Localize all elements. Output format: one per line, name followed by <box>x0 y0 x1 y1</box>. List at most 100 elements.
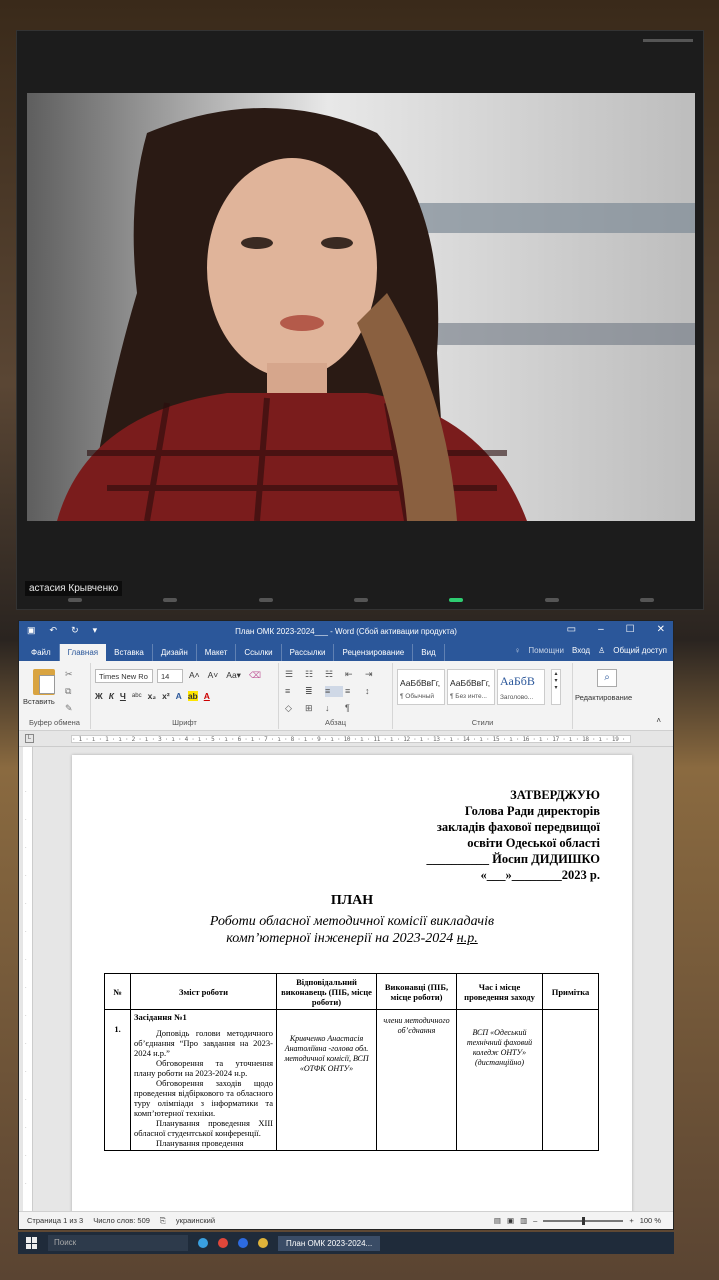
align-right-icon[interactable]: ≡ <box>345 686 363 697</box>
style-no-spacing[interactable]: АаБбВвГг, ¶ Без инте... <box>447 669 495 705</box>
tab-selector-icon[interactable]: L <box>25 734 34 743</box>
tab-view[interactable]: Вид <box>413 644 445 661</box>
status-bar: Страница 1 из 3 Число слов: 509 ⎘ украин… <box>19 1211 673 1229</box>
tab-home[interactable]: Главная <box>59 644 107 661</box>
explorer-icon[interactable] <box>258 1238 268 1248</box>
close-icon[interactable]: ✕ <box>657 624 665 635</box>
reactions-icon[interactable] <box>640 598 655 602</box>
font-size-select[interactable]: 14 <box>157 669 183 683</box>
tab-file[interactable]: Файл <box>23 644 60 661</box>
vruler-tick: · <box>25 817 27 823</box>
borders-icon[interactable]: ⊞ <box>305 703 323 714</box>
shading-icon[interactable]: ◇ <box>285 703 303 714</box>
record-icon[interactable] <box>544 598 559 602</box>
cut-icon[interactable]: ✂ <box>65 669 73 680</box>
content-paragraph: Обговорення заходів щодо проведення відб… <box>134 1078 273 1118</box>
zoom-app-icon[interactable] <box>238 1238 248 1248</box>
read-mode-icon[interactable]: ▤ <box>494 1216 501 1225</box>
zoom-out-icon[interactable]: – <box>533 1216 537 1225</box>
style-heading[interactable]: АаБбВ Заголово... <box>497 669 545 705</box>
superscript-icon[interactable]: x² <box>162 691 170 701</box>
subscript-icon[interactable]: x₂ <box>148 691 157 701</box>
document-page[interactable]: ЗАТВЕРДЖУЮ Голова Ради директорів заклад… <box>72 755 632 1213</box>
text-effects-icon[interactable]: A <box>176 691 182 701</box>
decrease-indent-icon[interactable]: ⇤ <box>345 669 363 680</box>
maximize-icon[interactable]: ☐ <box>626 624 635 635</box>
align-left-icon[interactable]: ≡ <box>285 686 303 697</box>
bullets-icon[interactable]: ☰ <box>285 669 303 680</box>
numbering-icon[interactable]: ☷ <box>305 669 323 680</box>
editing-button[interactable]: Редактирование <box>575 693 632 702</box>
print-layout-icon[interactable]: ▣ <box>507 1216 514 1225</box>
tab-design[interactable]: Дизайн <box>153 644 197 661</box>
zoom-level[interactable]: 100 % <box>640 1216 661 1225</box>
tab-mailings[interactable]: Рассылки <box>282 644 335 661</box>
undo-icon[interactable]: ↶ <box>50 625 58 636</box>
opera-icon[interactable] <box>218 1238 228 1248</box>
bold-icon[interactable]: Ж <box>95 691 103 701</box>
table-row: 1. Засідання №1 Доповідь голови методичн… <box>104 1009 599 1151</box>
styles-scroll-icon[interactable]: ▴ ▾ ▾ <box>551 669 561 705</box>
vruler-tick: · <box>25 929 27 935</box>
share-screen-icon[interactable] <box>449 598 464 602</box>
strikethrough-icon[interactable]: abc <box>132 693 142 699</box>
change-case-icon[interactable]: Aa▾ <box>226 670 241 681</box>
highlight-icon[interactable]: ab <box>187 691 198 701</box>
edge-icon[interactable] <box>198 1238 208 1248</box>
share-button[interactable]: Общий доступ <box>613 646 667 655</box>
ruler-scale[interactable]: · 1 · ı · 1 · ı · 2 · ı · 3 · ı · 4 · ı … <box>71 735 631 743</box>
increase-indent-icon[interactable]: ⇥ <box>365 669 383 680</box>
ribbon-options-icon[interactable]: ▭ <box>567 624 576 635</box>
mic-icon[interactable] <box>67 598 82 602</box>
paste-icon[interactable] <box>33 669 55 695</box>
taskbar-search[interactable]: Поиск <box>48 1235 188 1251</box>
camera-icon[interactable] <box>163 598 178 602</box>
tab-layout[interactable]: Макет <box>197 644 237 661</box>
sort-icon[interactable]: ↓ <box>325 703 343 714</box>
zoom-in-icon[interactable]: + <box>629 1216 633 1225</box>
styles-group-label: Стили <box>471 718 494 727</box>
align-justify-icon[interactable]: ≡ <box>325 686 343 697</box>
zoom-controls: ▤ ▣ ▥ – + 100 % <box>494 1216 661 1225</box>
participants-icon[interactable] <box>258 598 273 602</box>
page-counter[interactable]: Страница 1 из 3 <box>27 1216 83 1225</box>
tab-references[interactable]: Ссылки <box>236 644 282 661</box>
save-icon[interactable]: ▣ <box>27 625 36 636</box>
chat-icon[interactable] <box>353 598 368 602</box>
align-center-icon[interactable]: ≣ <box>305 686 323 697</box>
plan-table: № Зміст роботи Відповідальний виконавець… <box>104 973 599 1151</box>
web-layout-icon[interactable]: ▥ <box>520 1216 527 1225</box>
customize-icon[interactable]: ▾ <box>93 625 98 636</box>
minimize-icon[interactable]: – <box>598 624 604 635</box>
redo-icon[interactable]: ↻ <box>71 625 79 636</box>
language-indicator[interactable]: украинский <box>176 1216 215 1225</box>
clear-formatting-icon[interactable]: ⌫ <box>249 670 261 681</box>
tab-review[interactable]: Рецензирование <box>334 644 414 661</box>
tab-insert[interactable]: Вставка <box>106 644 153 661</box>
zoom-slider[interactable] <box>543 1216 624 1225</box>
multilevel-list-icon[interactable]: ☵ <box>325 669 343 680</box>
copy-icon[interactable]: ⧉ <box>65 686 73 697</box>
style-heading-sample: АаБбВ <box>500 674 535 688</box>
shrink-font-icon[interactable]: A˅ <box>208 670 219 681</box>
line-spacing-icon[interactable]: ↕ <box>365 686 383 697</box>
paste-button[interactable]: Вставить <box>23 697 55 706</box>
help-search[interactable]: Помощни <box>528 646 564 655</box>
show-marks-icon[interactable]: ¶ <box>345 703 363 714</box>
proofing-icon[interactable]: ⎘ <box>160 1216 166 1226</box>
word-task-button[interactable]: План ОМК 2023-2024... <box>278 1235 381 1251</box>
help-lightbulb-icon[interactable]: ♀ <box>514 646 520 655</box>
italic-icon[interactable]: К <box>109 691 114 701</box>
format-painter-icon[interactable]: ✎ <box>65 703 73 714</box>
font-name-select[interactable]: Times New Ro <box>95 669 153 683</box>
underline-icon[interactable]: Ч <box>120 691 126 701</box>
start-icon[interactable] <box>26 1237 38 1249</box>
word-counter[interactable]: Число слов: 509 <box>93 1216 150 1225</box>
font-color-icon[interactable]: A <box>204 691 210 701</box>
approval-line: «___»________2023 р. <box>480 868 600 882</box>
login-link[interactable]: Вход <box>572 646 590 655</box>
style-normal[interactable]: АаБбВвГг, ¶ Обычный <box>397 669 445 705</box>
find-icon[interactable]: ⌕ <box>597 669 617 687</box>
collapse-ribbon-icon[interactable]: ˄ <box>656 716 661 725</box>
grow-font-icon[interactable]: A˄ <box>189 670 200 681</box>
